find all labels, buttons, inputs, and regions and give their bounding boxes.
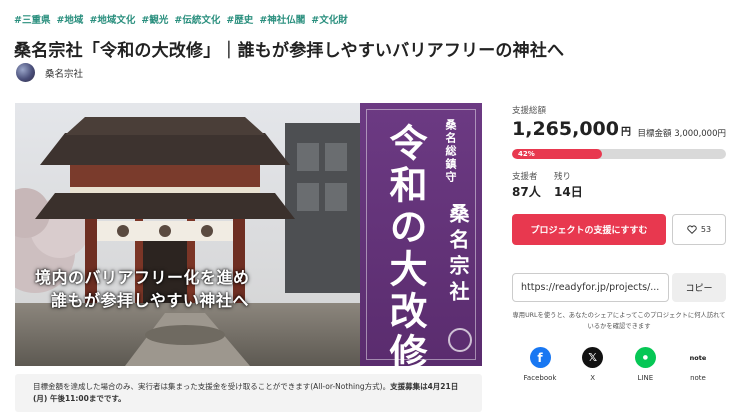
banner-shrine-name: 桑名宗社 bbox=[446, 203, 470, 307]
goal-label: 目標金額 bbox=[637, 129, 672, 139]
remaining-label: 残り bbox=[554, 172, 572, 182]
crest-icon bbox=[448, 328, 472, 352]
funding-panel: 支援総額 1,265,000 円 目標金額 3,000,000円 42% 支援者 … bbox=[512, 0, 726, 417]
progress-percent: 42% bbox=[518, 150, 535, 158]
progress-bar: 42% bbox=[512, 149, 726, 159]
share-note-service[interactable]: note note bbox=[676, 347, 720, 382]
share-label: LINE bbox=[637, 374, 654, 382]
goal-value: 3,000,000円 bbox=[674, 129, 726, 139]
line-icon: ● bbox=[634, 347, 656, 368]
share-label: note bbox=[690, 374, 706, 382]
share-line[interactable]: ● LINE bbox=[623, 347, 667, 382]
total-amount: 1,265,000 円 bbox=[512, 118, 631, 140]
owner-link[interactable]: 桑名宗社 bbox=[16, 63, 83, 82]
project-banner: 桑名総鎮守 令和の大改修 桑名宗社 bbox=[360, 103, 482, 366]
tag[interactable]: #地域文化 bbox=[89, 12, 135, 26]
total-amount-value: 1,265,000 bbox=[512, 118, 619, 140]
supporters-label: 支援者 bbox=[512, 172, 538, 182]
currency: 円 bbox=[620, 127, 631, 138]
owner-name: 桑名宗社 bbox=[45, 68, 84, 80]
share-note: 専用URLを使うと、あなたのシェアによってこのプロジェクトに何人訪れているかを確… bbox=[512, 312, 726, 330]
share-list: f Facebook 𝕏 X ● LINE note note bbox=[512, 347, 726, 382]
total-label: 支援総額 bbox=[512, 106, 547, 116]
goal-amount: 目標金額 3,000,000円 bbox=[638, 127, 726, 139]
facebook-icon: f bbox=[529, 347, 551, 368]
support-button[interactable]: プロジェクトの支援にすすむ bbox=[512, 214, 666, 245]
tag[interactable]: #三重県 bbox=[14, 12, 50, 26]
banner-title: 令和の大改修 bbox=[383, 123, 428, 366]
notice-text: 目標金額を達成した場合のみ、実行者は集まった支援金を受け取ることができます(Al… bbox=[33, 382, 391, 391]
copy-button[interactable]: コピー bbox=[672, 273, 726, 302]
hero-caption-line1: 境内のバリアフリー化を進め bbox=[35, 268, 250, 287]
share-facebook[interactable]: f Facebook bbox=[518, 347, 562, 382]
note-icon: note bbox=[687, 347, 709, 368]
heart-icon bbox=[687, 225, 697, 234]
tag[interactable]: #神社仏閣 bbox=[259, 12, 305, 26]
favorite-button[interactable]: 53 bbox=[672, 214, 726, 245]
funding-notice: 目標金額を達成した場合のみ、実行者は集まった支援金を受け取ることができます(Al… bbox=[15, 374, 482, 412]
hero-caption-line2: 誰もが参拝しやすい神社へ bbox=[51, 291, 249, 310]
favorite-count: 53 bbox=[700, 225, 712, 234]
remaining-days: 14日 bbox=[554, 185, 583, 199]
supporters-count: 87人 bbox=[512, 185, 541, 199]
tag[interactable]: #地域 bbox=[56, 12, 83, 26]
tag[interactable]: #観光 bbox=[141, 12, 168, 26]
share-url-field[interactable] bbox=[512, 273, 669, 302]
hero-image: 境内のバリアフリー化を進め 誰もが参拝しやすい神社へ 桑名総鎮守 令和の大改修 … bbox=[15, 103, 482, 366]
avatar bbox=[16, 63, 35, 82]
banner-subtitle: 桑名総鎮守 bbox=[444, 119, 457, 184]
tag[interactable]: #文化財 bbox=[311, 12, 347, 26]
share-label: X bbox=[590, 374, 596, 382]
tag[interactable]: #伝統文化 bbox=[174, 12, 220, 26]
tag[interactable]: #歴史 bbox=[226, 12, 253, 26]
share-x[interactable]: 𝕏 X bbox=[571, 347, 615, 382]
tag-list: #三重県 #地域 #地域文化 #観光 #伝統文化 #歴史 #神社仏閣 #文化財 bbox=[14, 12, 348, 26]
x-icon: 𝕏 bbox=[582, 347, 604, 368]
share-label: Facebook bbox=[523, 374, 557, 382]
